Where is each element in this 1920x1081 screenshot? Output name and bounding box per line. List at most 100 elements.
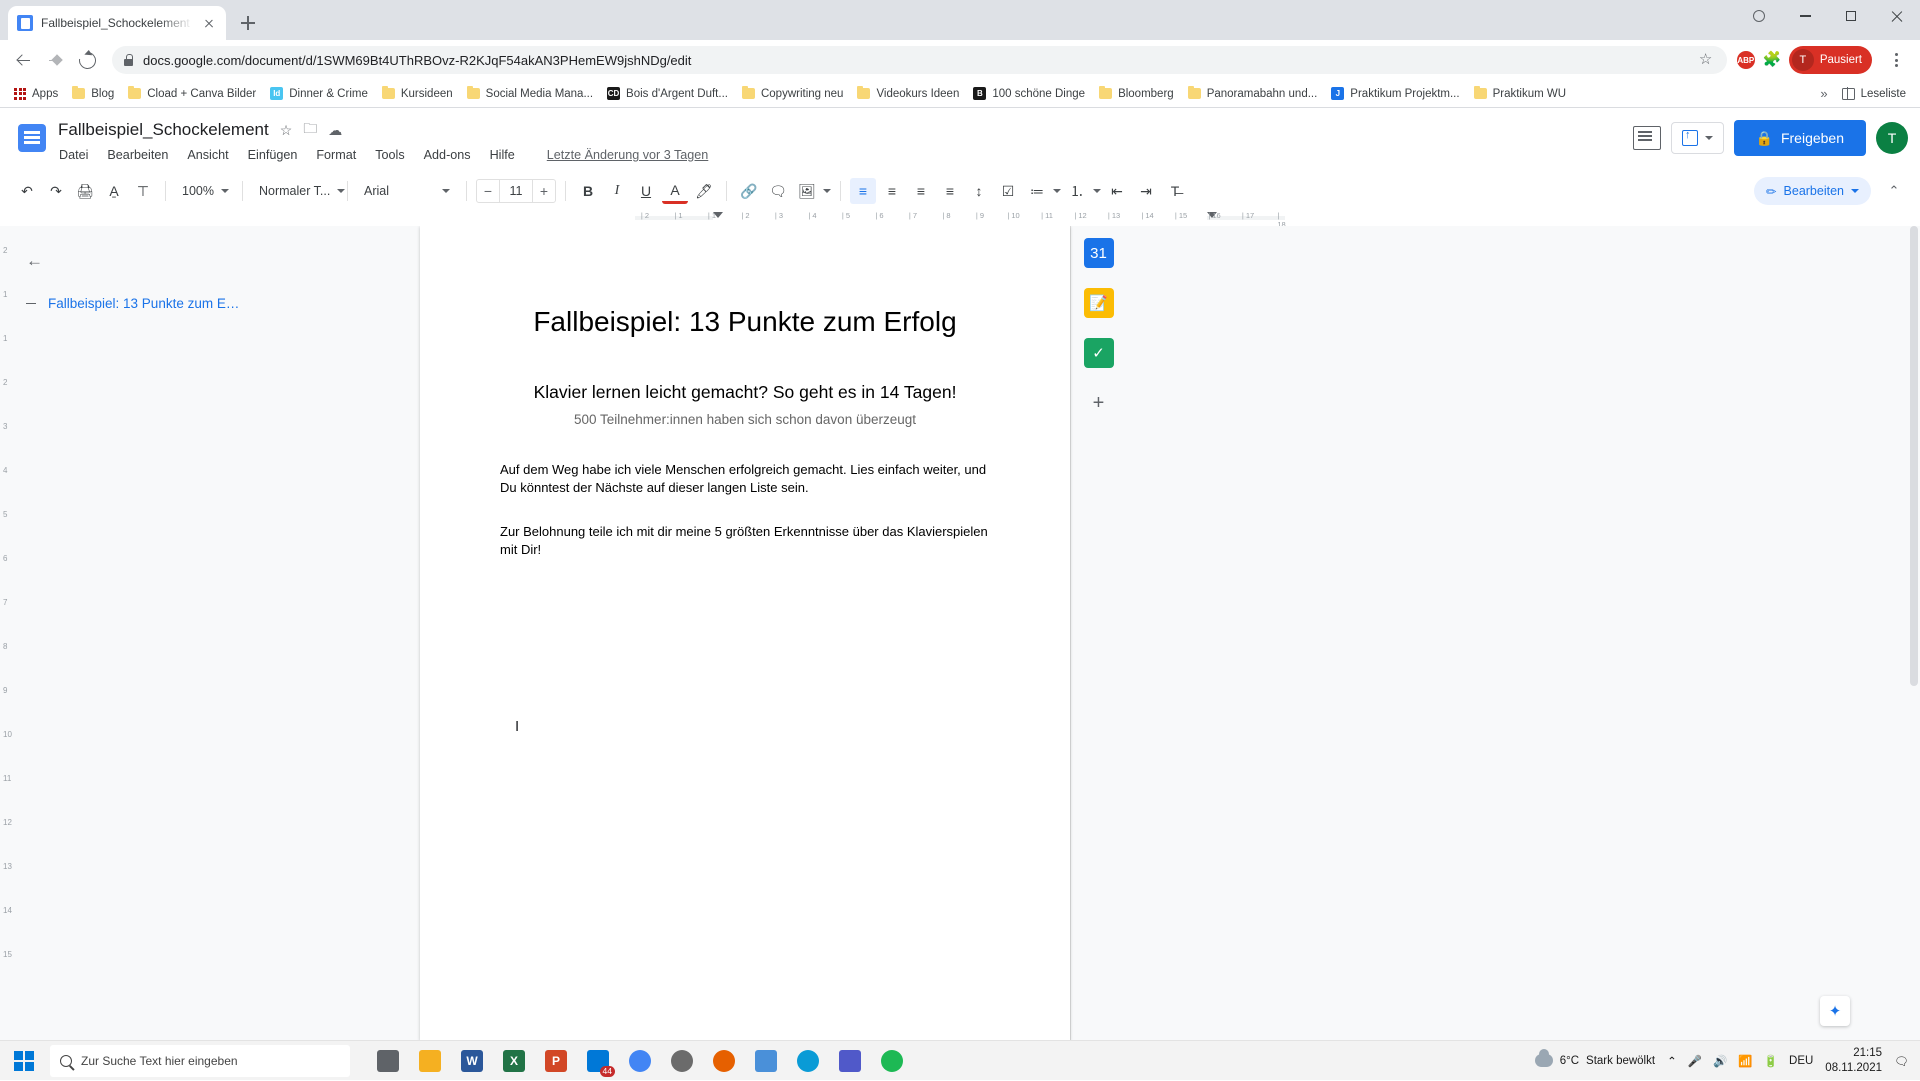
snip-icon[interactable] <box>748 1043 784 1079</box>
undo-icon[interactable]: ↶ <box>14 178 40 204</box>
bookmark-item[interactable]: Bloomberg <box>1093 85 1180 103</box>
outline-item[interactable]: Fallbeispiel: 13 Punkte zum E… <box>26 296 420 311</box>
document-scrollbar[interactable] <box>1908 226 1920 1040</box>
collapse-toolbar-icon[interactable]: ⌃ <box>1882 179 1906 203</box>
task-view-icon[interactable] <box>370 1043 406 1079</box>
last-edit-label[interactable]: Letzte Änderung vor 3 Tagen <box>547 148 709 162</box>
bookmark-star-icon[interactable]: ☆ <box>1699 52 1715 68</box>
menu-item-tools[interactable]: Tools <box>374 146 405 164</box>
edit-mode-button[interactable]: ✏ Bearbeiten <box>1754 177 1871 205</box>
reload-button[interactable] <box>72 45 102 75</box>
edge-icon[interactable] <box>790 1043 826 1079</box>
bookmark-item[interactable]: Videokurs Ideen <box>851 85 965 103</box>
font-size-decrease[interactable]: − <box>477 183 499 199</box>
menu-item-format[interactable]: Format <box>315 146 357 164</box>
back-button[interactable] <box>8 45 38 75</box>
bookmark-item[interactable]: Panoramabahn und... <box>1182 85 1324 103</box>
avatar[interactable]: T <box>1876 122 1908 154</box>
share-button[interactable]: 🔒 Freigeben <box>1734 120 1866 156</box>
font-size-value[interactable]: 11 <box>499 180 533 202</box>
text-color-button[interactable]: A <box>662 178 688 204</box>
line-spacing-icon[interactable]: ↕ <box>966 178 992 204</box>
bookmark-item[interactable]: Copywriting neu <box>736 85 849 103</box>
taskbar-search-input[interactable]: Zur Suche Text hier eingeben <box>50 1045 350 1077</box>
reading-list-button[interactable]: Leseliste <box>1836 85 1912 103</box>
notifications-icon[interactable]: 🗨 <box>1894 1054 1908 1068</box>
new-tab-button[interactable] <box>234 9 262 37</box>
move-to-folder-icon[interactable]: 🗀 <box>303 118 317 142</box>
network-icon[interactable]: 📶 <box>1738 1054 1752 1068</box>
address-bar[interactable]: docs.google.com/document/d/1SWM69Bt4UThR… <box>112 46 1727 74</box>
spotify-icon[interactable] <box>874 1043 910 1079</box>
file-explorer-icon[interactable] <box>412 1043 448 1079</box>
powerpoint-icon[interactable]: P <box>538 1043 574 1079</box>
bold-button[interactable]: B <box>575 178 601 204</box>
mail-icon[interactable]: 44 <box>580 1043 616 1079</box>
comment-history-icon[interactable] <box>1633 126 1661 150</box>
start-button[interactable] <box>0 1041 48 1081</box>
minimize-button[interactable] <box>1782 0 1828 32</box>
battery-icon[interactable]: 🔋 <box>1764 1054 1778 1068</box>
insert-image-icon[interactable]: 🖼 <box>794 178 820 204</box>
clear-formatting-icon[interactable]: T̶ <box>1162 178 1188 204</box>
paragraph-style-select[interactable]: Normaler T... <box>252 178 338 204</box>
menu-item-bearbeiten[interactable]: Bearbeiten <box>106 146 169 164</box>
align-right-icon[interactable]: ≡ <box>908 178 934 204</box>
bookmark-item[interactable]: Cload + Canva Bilder <box>122 85 262 103</box>
docs-logo-icon[interactable] <box>12 118 52 158</box>
spellcheck-icon[interactable]: A̱ <box>101 178 127 204</box>
bulleted-list-icon[interactable]: ≔ <box>1024 178 1050 204</box>
font-size-stepper[interactable]: − 11 + <box>476 179 556 203</box>
bookmarks-overflow-icon[interactable]: » <box>1814 86 1833 101</box>
bookmark-item[interactable]: IdDinner & Crime <box>264 84 374 103</box>
add-comment-icon[interactable]: 🗨 <box>765 178 791 204</box>
calendar-icon[interactable]: 31 <box>1084 238 1114 268</box>
cloud-saved-icon[interactable]: ☁ <box>328 122 342 139</box>
decrease-indent-icon[interactable]: ⇤ <box>1104 178 1130 204</box>
record-icon[interactable] <box>1736 0 1782 32</box>
keep-icon[interactable]: 📝 <box>1084 288 1114 318</box>
italic-button[interactable]: I <box>604 178 630 204</box>
close-icon[interactable] <box>201 15 217 31</box>
bookmark-item[interactable]: B100 schöne Dinge <box>967 84 1091 103</box>
chrome-menu-icon[interactable] <box>1884 48 1908 72</box>
add-addon-icon[interactable]: + <box>1084 388 1114 418</box>
menu-item-hilfe[interactable]: Hilfe <box>489 146 516 164</box>
disc-icon[interactable] <box>664 1043 700 1079</box>
redo-icon[interactable]: ↷ <box>43 178 69 204</box>
chevron-down-icon[interactable] <box>1053 189 1061 193</box>
chevron-up-icon[interactable]: ⌃ <box>1667 1054 1677 1068</box>
bookmark-item[interactable]: Praktikum WU <box>1468 85 1572 103</box>
clock[interactable]: 21:15 08.11.2021 <box>1825 1046 1882 1075</box>
increase-indent-icon[interactable]: ⇥ <box>1133 178 1159 204</box>
language-indicator[interactable]: DEU <box>1789 1055 1813 1067</box>
close-window-button[interactable] <box>1874 0 1920 32</box>
maximize-button[interactable] <box>1828 0 1874 32</box>
explore-button[interactable]: ✦ <box>1820 996 1850 1026</box>
weather-widget[interactable]: 6°C Stark bewölkt <box>1535 1054 1655 1067</box>
paint-format-icon[interactable]: ⊤ <box>130 178 156 204</box>
profile-button[interactable]: T Pausiert <box>1789 46 1872 74</box>
chrome-icon[interactable] <box>622 1043 658 1079</box>
tasks-icon[interactable]: ✓ <box>1084 338 1114 368</box>
scrollbar-thumb[interactable] <box>1910 226 1918 686</box>
word-icon[interactable]: W <box>454 1043 490 1079</box>
menu-item-ansicht[interactable]: Ansicht <box>186 146 229 164</box>
bookmark-item[interactable]: JPraktikum Projektm... <box>1325 84 1465 103</box>
document-page[interactable]: Fallbeispiel: 13 Punkte zum Erfolg Klavi… <box>420 226 1070 1040</box>
chevron-down-icon[interactable] <box>823 189 831 193</box>
checklist-icon[interactable]: ☑ <box>995 178 1021 204</box>
align-center-icon[interactable]: ≡ <box>879 178 905 204</box>
menu-item-add-ons[interactable]: Add-ons <box>423 146 472 164</box>
adblock-icon[interactable]: ABP <box>1737 51 1755 69</box>
menu-item-einf-gen[interactable]: Einfügen <box>247 146 299 164</box>
forward-button[interactable] <box>40 45 70 75</box>
zoom-select[interactable]: 100% <box>175 178 233 204</box>
bookmark-item[interactable]: Apps <box>8 85 64 103</box>
document-title[interactable]: Fallbeispiel_Schockelement <box>58 120 269 140</box>
align-justify-icon[interactable]: ≡ <box>937 178 963 204</box>
bookmark-item[interactable]: CDBois d'Argent Duft... <box>601 84 734 103</box>
bookmark-item[interactable]: Kursideen <box>376 85 459 103</box>
highlight-color-icon[interactable]: 🖊 <box>691 178 717 204</box>
teams-icon[interactable] <box>832 1043 868 1079</box>
